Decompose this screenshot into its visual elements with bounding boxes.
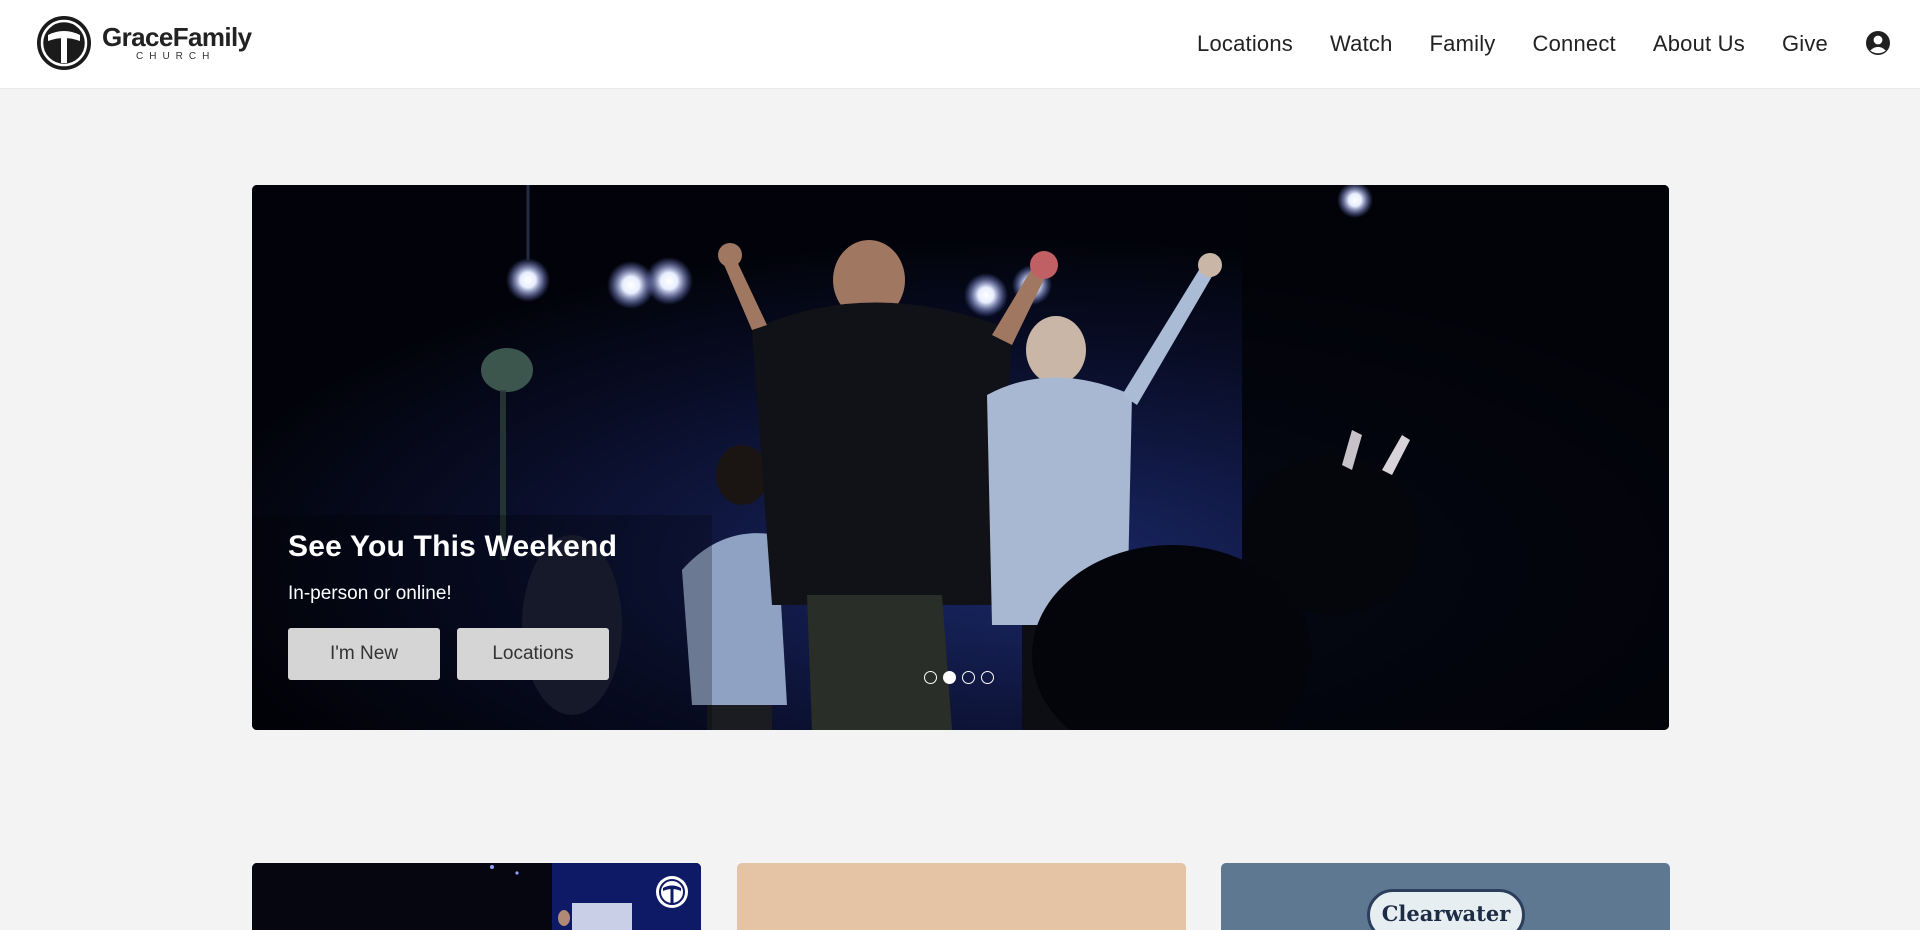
- logo-text: GraceFamily CHURCH: [102, 24, 252, 62]
- clearwater-label: Clearwater: [1381, 901, 1511, 926]
- locations-button[interactable]: Locations: [457, 628, 609, 680]
- nav-give[interactable]: Give: [1782, 31, 1828, 57]
- card-sermon-image: [252, 863, 701, 930]
- logo[interactable]: GraceFamily CHURCH: [34, 12, 264, 74]
- nav-family[interactable]: Family: [1430, 31, 1496, 57]
- carousel-dot-2[interactable]: [943, 671, 956, 684]
- carousel-dot-3[interactable]: [962, 671, 975, 684]
- clearwater-badge: Clearwater: [1367, 889, 1525, 930]
- nav-watch[interactable]: Watch: [1330, 31, 1393, 57]
- church-logo-icon: [656, 876, 688, 908]
- site-header: GraceFamily CHURCH Locations Watch Famil…: [0, 0, 1920, 88]
- card-sermon[interactable]: [252, 863, 701, 930]
- nav-connect[interactable]: Connect: [1533, 31, 1616, 57]
- hero-carousel: See You This Weekend In-person or online…: [252, 185, 1669, 730]
- grace-family-logo-icon: [37, 16, 91, 70]
- carousel-dots: [924, 671, 994, 684]
- card-clearwater[interactable]: Clearwater: [1221, 863, 1670, 930]
- user-circle-icon[interactable]: [1865, 30, 1891, 56]
- im-new-button[interactable]: I'm New: [288, 628, 440, 680]
- logo-subtitle: CHURCH: [136, 51, 216, 62]
- card-family[interactable]: [737, 863, 1186, 930]
- carousel-dot-1[interactable]: [924, 671, 937, 684]
- carousel-dot-4[interactable]: [981, 671, 994, 684]
- nav-locations[interactable]: Locations: [1197, 31, 1293, 57]
- logo-name: GraceFamily: [102, 22, 252, 52]
- hero-subtitle: In-person or online!: [288, 583, 452, 604]
- hero-title: See You This Weekend: [288, 530, 618, 563]
- nav-about-us[interactable]: About Us: [1653, 31, 1745, 57]
- main-nav: Locations Watch Family Connect About Us …: [1160, 0, 1828, 88]
